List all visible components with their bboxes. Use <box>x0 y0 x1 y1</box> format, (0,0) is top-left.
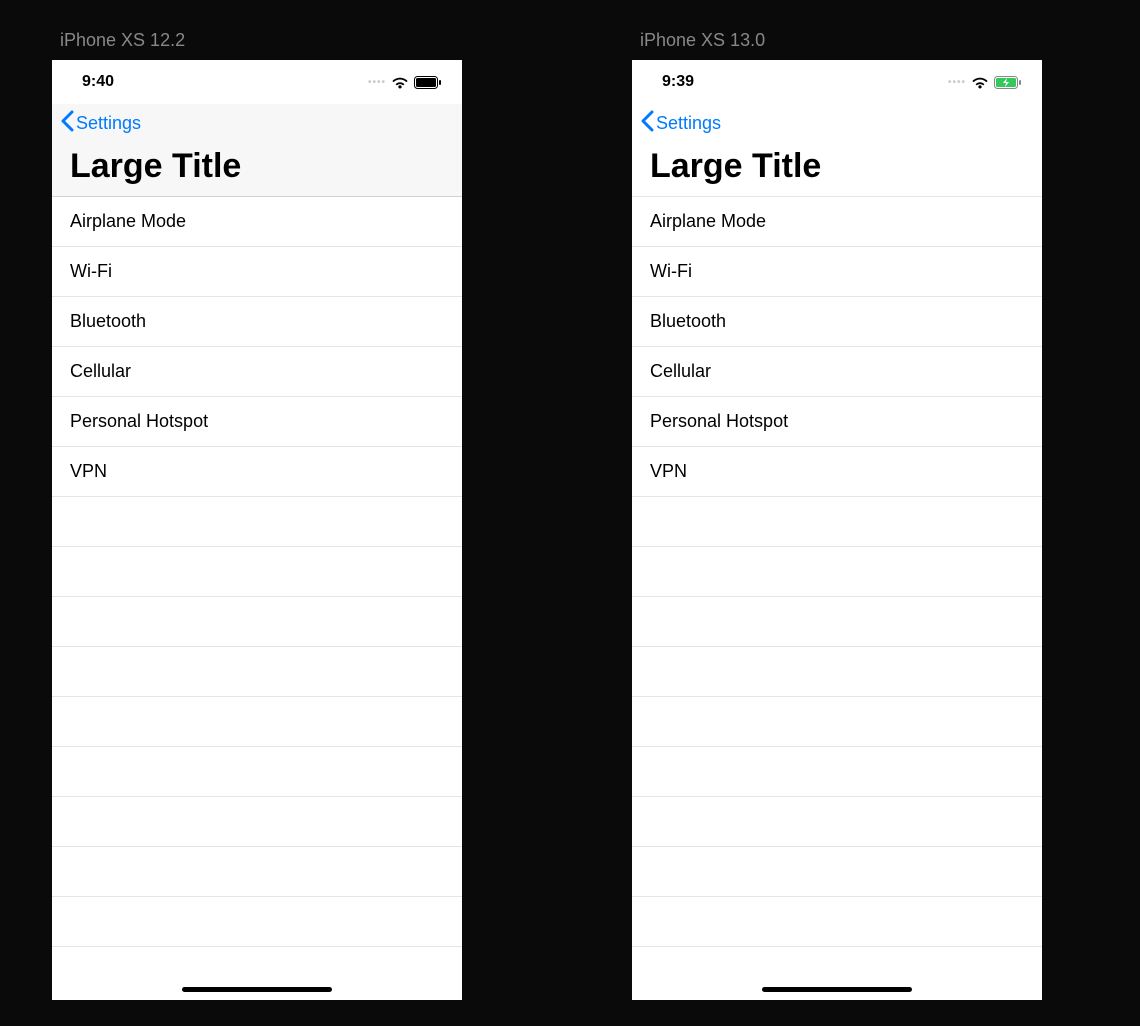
list-item-label: Wi-Fi <box>650 261 692 282</box>
list-item-empty <box>632 697 1042 747</box>
wifi-icon <box>391 76 409 89</box>
list-item-wifi[interactable]: Wi-Fi <box>632 247 1042 297</box>
settings-list: Airplane Mode Wi-Fi Bluetooth Cellular P… <box>632 196 1042 947</box>
list-item-empty <box>52 797 462 847</box>
list-item-airplane-mode[interactable]: Airplane Mode <box>52 197 462 247</box>
caption-left: iPhone XS 12.2 <box>60 30 185 51</box>
list-item-label: Cellular <box>70 361 131 382</box>
list-item-bluetooth[interactable]: Bluetooth <box>632 297 1042 347</box>
status-time: 9:40 <box>82 73 114 91</box>
list-item-empty <box>632 597 1042 647</box>
list-item-personal-hotspot[interactable]: Personal Hotspot <box>52 397 462 447</box>
back-button[interactable]: Settings <box>60 110 141 137</box>
list-item-label: Airplane Mode <box>650 211 766 232</box>
back-label: Settings <box>656 113 721 134</box>
back-label: Settings <box>76 113 141 134</box>
list-item-label: Personal Hotspot <box>650 411 788 432</box>
settings-list: Airplane Mode Wi-Fi Bluetooth Cellular P… <box>52 197 462 947</box>
list-item-label: Bluetooth <box>70 311 146 332</box>
battery-icon <box>414 76 442 89</box>
list-item-empty <box>632 847 1042 897</box>
page-title: Large Title <box>650 147 1024 186</box>
list-item-empty <box>632 647 1042 697</box>
chevron-left-icon <box>60 110 74 137</box>
list-item-vpn[interactable]: VPN <box>52 447 462 497</box>
status-indicators: •••• <box>948 76 1022 89</box>
list-item-bluetooth[interactable]: Bluetooth <box>52 297 462 347</box>
list-item-empty <box>52 547 462 597</box>
list-item-vpn[interactable]: VPN <box>632 447 1042 497</box>
wifi-icon <box>971 76 989 89</box>
list-item-empty <box>52 647 462 697</box>
status-time: 9:39 <box>662 73 694 91</box>
list-item-empty <box>52 747 462 797</box>
chevron-left-icon <box>640 110 654 137</box>
list-item-personal-hotspot[interactable]: Personal Hotspot <box>632 397 1042 447</box>
nav-bar: Settings <box>632 104 1042 143</box>
back-button[interactable]: Settings <box>640 110 721 137</box>
list-item-cellular[interactable]: Cellular <box>52 347 462 397</box>
list-item-label: Airplane Mode <box>70 211 186 232</box>
list-item-empty <box>632 747 1042 797</box>
large-title-header: Large Title <box>632 143 1042 196</box>
list-item-label: Bluetooth <box>650 311 726 332</box>
phone-screenshot-ios13: 9:39 •••• Settings Large Title Airplane … <box>632 60 1042 1000</box>
status-bar: 9:40 •••• <box>52 60 462 104</box>
list-item-empty <box>52 697 462 747</box>
list-item-label: VPN <box>70 461 107 482</box>
list-item-cellular[interactable]: Cellular <box>632 347 1042 397</box>
list-item-wifi[interactable]: Wi-Fi <box>52 247 462 297</box>
phone-screenshot-ios12: 9:40 •••• Settings Large Title Airplane … <box>52 60 462 1000</box>
list-item-label: VPN <box>650 461 687 482</box>
list-item-empty <box>632 497 1042 547</box>
status-bar: 9:39 •••• <box>632 60 1042 104</box>
home-indicator[interactable] <box>762 987 912 992</box>
home-indicator[interactable] <box>182 987 332 992</box>
list-item-label: Wi-Fi <box>70 261 112 282</box>
list-item-empty <box>52 497 462 547</box>
list-item-empty <box>632 797 1042 847</box>
list-item-empty <box>632 897 1042 947</box>
cellular-signal-icon: •••• <box>368 77 386 88</box>
list-item-label: Cellular <box>650 361 711 382</box>
nav-bar: Settings <box>52 104 462 143</box>
list-item-label: Personal Hotspot <box>70 411 208 432</box>
cellular-signal-icon: •••• <box>948 77 966 88</box>
list-item-empty <box>52 897 462 947</box>
list-item-empty <box>52 847 462 897</box>
list-item-airplane-mode[interactable]: Airplane Mode <box>632 197 1042 247</box>
status-indicators: •••• <box>368 76 442 89</box>
caption-right: iPhone XS 13.0 <box>640 30 765 51</box>
large-title-header: Large Title <box>52 143 462 197</box>
page-title: Large Title <box>70 147 444 186</box>
list-item-empty <box>52 597 462 647</box>
battery-charging-icon <box>994 76 1022 89</box>
list-item-empty <box>632 547 1042 597</box>
